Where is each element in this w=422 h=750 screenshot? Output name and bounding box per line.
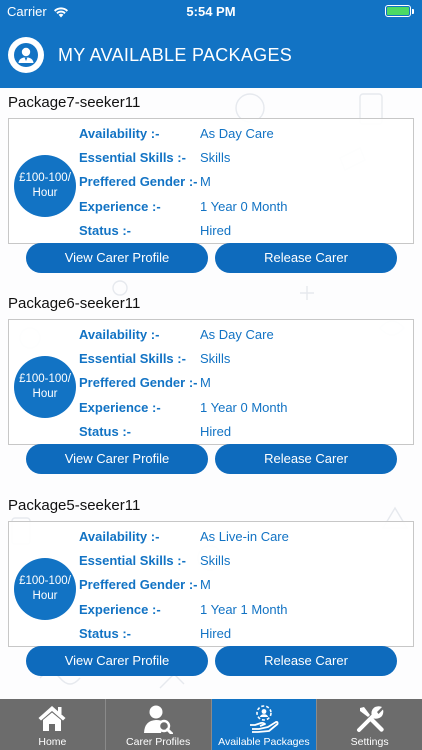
status-label: Status :-	[79, 223, 131, 238]
tab-available-packages[interactable]: Available Packages	[211, 699, 318, 750]
experience-value: 1 Year 1 Month	[200, 602, 288, 617]
tab-label: Home	[38, 736, 67, 748]
skills-label: Essential Skills :-	[79, 351, 186, 366]
skills-value: Skills	[200, 351, 231, 366]
status-value: Hired	[200, 626, 232, 641]
tab-label: Carer Profiles	[126, 736, 191, 748]
home-icon	[38, 706, 66, 731]
packages-list[interactable]: Package7-seeker11 £100-100/ Hour Availab…	[0, 88, 422, 699]
battery-level	[387, 7, 409, 15]
availability-value: As Day Care	[200, 327, 274, 342]
experience-value: 1 Year 0 Month	[200, 400, 288, 415]
package-title: Package7-seeker11	[8, 94, 141, 111]
packages-icon	[249, 705, 279, 733]
price-badge: £100-100/ Hour	[14, 155, 76, 217]
skills-value: Skills	[200, 553, 231, 568]
status-value: Hired	[200, 223, 232, 238]
status-value: Hired	[200, 424, 232, 439]
tab-label: Settings	[350, 736, 389, 748]
app-header: MY AVAILABLE PACKAGES	[0, 22, 422, 88]
release-carer-button[interactable]: Release Carer	[215, 646, 397, 676]
release-carer-button[interactable]: Release Carer	[215, 243, 397, 273]
experience-label: Experience :-	[79, 199, 161, 214]
tab-home[interactable]: Home	[0, 699, 106, 750]
skills-label: Essential Skills :-	[79, 150, 186, 165]
status-label: Status :-	[79, 626, 131, 641]
release-carer-button[interactable]: Release Carer	[215, 444, 397, 474]
tab-bar: Home Carer Profiles Available Packages S…	[0, 699, 422, 750]
package-details: £100-100/ Hour Availability :- As Live-in…	[8, 521, 414, 647]
experience-label: Experience :-	[79, 400, 161, 415]
package-details: £100-100/ Hour Availability :- As Day Car…	[8, 319, 414, 445]
package-card-2: Package5-seeker11 £100-100/ Hour Availab…	[0, 491, 422, 687]
gender-value: M	[200, 174, 211, 189]
tab-label: Available Packages	[218, 736, 310, 748]
carer-avatar-icon	[8, 37, 44, 73]
package-card-1: Package6-seeker11 £100-100/ Hour Availab…	[0, 289, 422, 485]
status-bar: Carrier 5:54 PM	[0, 0, 422, 22]
availability-label: Availability :-	[79, 126, 160, 141]
availability-value: As Live-in Care	[200, 529, 289, 544]
status-label: Status :-	[79, 424, 131, 439]
gender-label: Preffered Gender :-	[79, 577, 198, 592]
experience-value: 1 Year 0 Month	[200, 199, 288, 214]
tab-settings[interactable]: Settings	[317, 699, 422, 750]
battery-icon	[385, 5, 414, 17]
view-carer-profile-button[interactable]: View Carer Profile	[26, 444, 208, 474]
status-time: 5:54 PM	[186, 4, 236, 19]
skills-value: Skills	[200, 150, 231, 165]
price-badge: £100-100/ Hour	[14, 356, 76, 418]
price-badge: £100-100/ Hour	[14, 558, 76, 620]
availability-label: Availability :-	[79, 529, 160, 544]
gender-label: Preffered Gender :-	[79, 174, 198, 189]
experience-label: Experience :-	[79, 602, 161, 617]
settings-icon	[356, 706, 384, 732]
availability-label: Availability :-	[79, 327, 160, 342]
package-card-0: Package7-seeker11 £100-100/ Hour Availab…	[0, 88, 422, 284]
package-title: Package5-seeker11	[8, 497, 141, 514]
availability-value: As Day Care	[200, 126, 274, 141]
gender-value: M	[200, 577, 211, 592]
gender-label: Preffered Gender :-	[79, 375, 198, 390]
page-title: MY AVAILABLE PACKAGES	[58, 44, 293, 65]
gender-value: M	[200, 375, 211, 390]
package-details: £100-100/ Hour Availability :- As Day Car…	[8, 118, 414, 244]
view-carer-profile-button[interactable]: View Carer Profile	[26, 646, 208, 676]
carer-search-icon	[144, 705, 174, 734]
tab-carer-profiles[interactable]: Carer Profiles	[106, 699, 212, 750]
view-carer-profile-button[interactable]: View Carer Profile	[26, 243, 208, 273]
skills-label: Essential Skills :-	[79, 553, 186, 568]
package-title: Package6-seeker11	[8, 295, 141, 312]
